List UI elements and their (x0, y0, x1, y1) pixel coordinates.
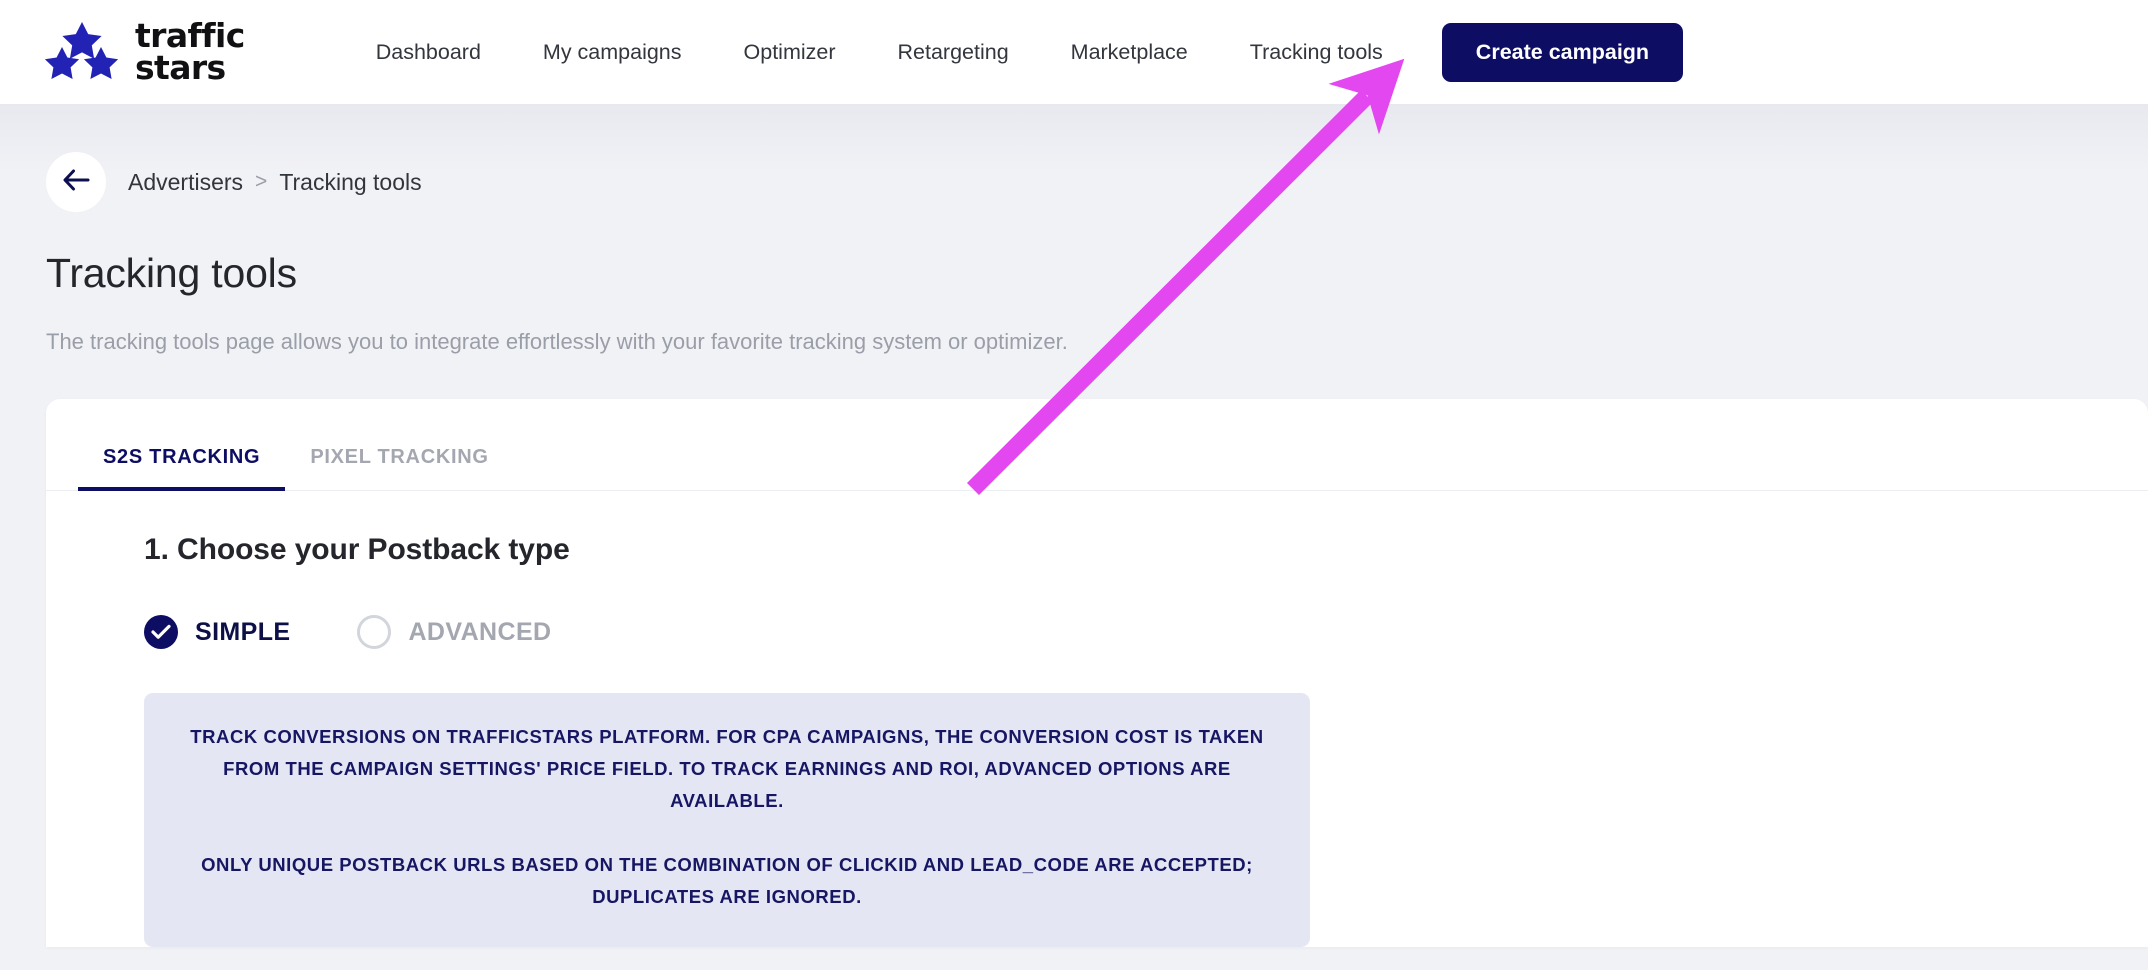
radio-label-simple: SIMPLE (195, 617, 291, 646)
nav-item-retargeting[interactable]: Retargeting (867, 30, 1040, 75)
create-campaign-button[interactable]: Create campaign (1441, 22, 1684, 82)
nav-item-marketplace[interactable]: Marketplace (1040, 30, 1219, 75)
top-navigation-bar: traffic stars Dashboard My campaigns Opt… (0, 0, 2148, 104)
nav-item-tracking-tools[interactable]: Tracking tools (1219, 30, 1414, 75)
page-description: The tracking tools page allows you to in… (46, 329, 1068, 354)
page-content: Advertisers > Tracking tools Tracking to… (0, 104, 2148, 970)
brand-logo-text: traffic stars (135, 19, 245, 84)
breadcrumb-separator-icon: > (255, 170, 268, 193)
breadcrumb-item-tracking-tools: Tracking tools (279, 168, 422, 195)
postback-info-paragraph-2: ONLY UNIQUE POSTBACK URLS BASED ON THE C… (201, 854, 1253, 907)
postback-type-radio-group: SIMPLE ADVANCED (144, 615, 2148, 649)
breadcrumb: Advertisers > Tracking tools (128, 169, 422, 196)
nav-item-optimizer[interactable]: Optimizer (713, 30, 867, 75)
arrow-left-icon (63, 169, 90, 196)
postback-info-paragraph-1: TRACK CONVERSIONS ON TRAFFICSTARS PLATFO… (190, 726, 1264, 811)
radio-option-advanced[interactable]: ADVANCED (357, 615, 551, 649)
circle-icon (357, 615, 392, 649)
check-circle-icon (144, 615, 178, 649)
tab-s2s-tracking[interactable]: S2S TRACKING (78, 446, 286, 491)
card-body: 1. Choose your Postback type SIMPLE ADVA… (46, 491, 2148, 947)
back-button[interactable] (46, 152, 106, 212)
breadcrumb-row: Advertisers > Tracking tools (0, 104, 2148, 212)
tab-bar: S2S TRACKING PIXEL TRACKING (46, 399, 2148, 491)
nav-item-dashboard[interactable]: Dashboard (345, 30, 512, 75)
section-title-postback-type: 1. Choose your Postback type (144, 533, 570, 566)
radio-option-simple[interactable]: SIMPLE (144, 615, 290, 649)
main-nav: Dashboard My campaigns Optimizer Retarge… (345, 22, 2148, 82)
nav-item-my-campaigns[interactable]: My campaigns (512, 30, 713, 75)
page-title: Tracking tools (46, 250, 297, 296)
tab-pixel-tracking[interactable]: PIXEL TRACKING (285, 446, 513, 491)
brand-logo[interactable]: traffic stars (44, 19, 245, 84)
three-stars-icon (44, 22, 122, 82)
radio-label-advanced: ADVANCED (408, 617, 552, 646)
postback-info-box: TRACK CONVERSIONS ON TRAFFICSTARS PLATFO… (144, 693, 1310, 947)
brand-logo-line2: stars (135, 48, 226, 87)
tracking-tools-card: S2S TRACKING PIXEL TRACKING 1. Choose yo… (46, 399, 2148, 947)
breadcrumb-item-advertisers[interactable]: Advertisers (128, 169, 243, 196)
